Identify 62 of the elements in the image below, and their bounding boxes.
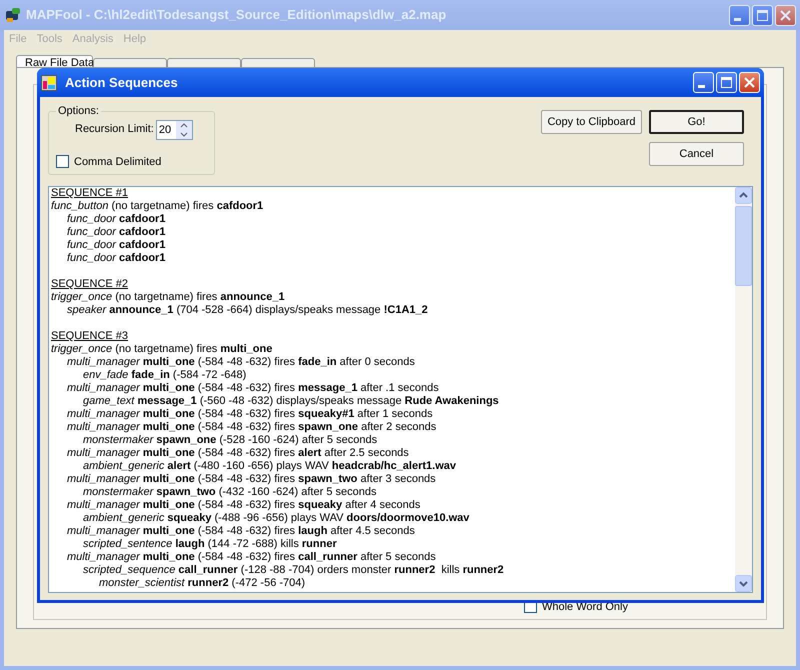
- sequence-line: multi_manager multi_one (-584 -48 -632) fires message_1 after .1 seconds: [67, 382, 439, 394]
- group-label: Options:: [57, 104, 100, 119]
- sequence-line: monstermaker spawn_one (-528 -160 -624) after 5 seconds: [83, 434, 378, 446]
- sequence-line: func_door cafdoor1: [67, 226, 166, 238]
- dialog-button[interactable]: Copy to Clipboard: [541, 110, 642, 134]
- field-label: Recursion Limit:: [75, 122, 154, 138]
- minimize-button[interactable]: [729, 4, 750, 26]
- sequence-line: multi_manager multi_one (-584 -48 -632) fires call_runner after 5 seconds: [67, 551, 436, 563]
- close-icon: [779, 8, 792, 22]
- tab[interactable]: [93, 58, 167, 68]
- maximize-icon: [756, 8, 769, 22]
- scrollbar[interactable]: [735, 187, 752, 592]
- close-icon: [743, 76, 756, 89]
- sequence-heading: SEQUENCE #1: [51, 187, 128, 199]
- sequence-line: ambient_generic squeaky (-488 -96 -656) plays WAV doors/doormove10.wav: [83, 512, 470, 524]
- sequence-line: multi_manager multi_one (-584 -48 -632) fires squeaky#1 after 1 seconds: [67, 408, 433, 420]
- sequence-line: scripted_sequence call_runner (-128 -88 -704) orders monster runner2 kills runner2: [83, 564, 504, 576]
- scroll-up-icon[interactable]: [735, 187, 752, 204]
- sequence-line: multi_manager multi_one (-584 -48 -632) fires squeaky after 4 seconds: [67, 499, 420, 511]
- sequence-line: multi_manager multi_one (-584 -48 -632) fires laugh after 4.5 seconds: [67, 525, 415, 537]
- dialog-button[interactable]: Cancel: [649, 142, 744, 166]
- sequence-heading: SEQUENCE #3: [51, 330, 128, 342]
- sequence-line: env_fade fade_in (-584 -72 -648): [83, 369, 246, 381]
- checkbox-label: Comma Delimited: [74, 154, 162, 170]
- tab[interactable]: [241, 58, 315, 68]
- close-button[interactable]: [775, 4, 796, 26]
- scroll-down-icon[interactable]: [735, 575, 752, 592]
- checkbox[interactable]: [56, 155, 69, 168]
- sequence-line: func_door cafdoor1: [67, 252, 166, 264]
- window-title: MAPFool - C:\hl2edit\Todesangst_Source_Edition\maps\dlw_a2.map: [26, 6, 446, 24]
- scroll-thumb[interactable]: [735, 206, 752, 286]
- close-button[interactable]: [739, 72, 760, 93]
- sequence-heading: SEQUENCE #2: [51, 278, 128, 290]
- dialog-button[interactable]: Go!: [649, 110, 744, 134]
- tab[interactable]: [167, 58, 241, 68]
- sequence-line: trigger_once (no targetname) fires multi_one: [51, 343, 272, 355]
- minimize-icon: [734, 18, 741, 20]
- tab[interactable]: Raw File Data: [16, 55, 93, 68]
- sequence-line: trigger_once (no targetname) fires announce_1: [51, 291, 285, 303]
- app-icon: [4, 6, 22, 24]
- sequence-line: monster_scientist runner2 (-472 -56 -704): [99, 577, 306, 589]
- maximize-button[interactable]: [716, 72, 737, 93]
- window-title: Action Sequences: [65, 74, 178, 92]
- sequence-line: multi_manager multi_one (-584 -48 -632) fires spawn_one after 2 seconds: [67, 421, 436, 433]
- sequence-line: multi_manager multi_one (-584 -48 -632) fires alert after 2.5 seconds: [67, 447, 409, 459]
- sequence-line: multi_manager multi_one (-584 -48 -632) fires fade_in after 0 seconds: [67, 356, 415, 368]
- minimize-icon: [698, 85, 705, 88]
- sequence-line: scripted_sentence laugh (144 -72 -688) kills runner: [83, 538, 337, 550]
- maximize-icon: [720, 76, 733, 89]
- sequence-line: game_text message_1 (-560 -48 -632) displays/speaks message Rude Awakenings: [83, 395, 499, 407]
- sequence-line: func_door cafdoor1: [67, 239, 166, 251]
- sequence-line: multi_manager multi_one (-584 -48 -632) fires spawn_two after 3 seconds: [67, 473, 436, 485]
- maximize-button[interactable]: [752, 4, 773, 26]
- sequence-line: speaker announce_1 (704 -528 -664) displays/speaks message !C1A1_2: [67, 304, 428, 316]
- checkbox-label: Whole Word Only: [542, 600, 628, 614]
- sequence-line: ambient_generic alert (-480 -160 -656) plays WAV headcrab/hc_alert1.wav: [83, 460, 456, 472]
- minimize-button[interactable]: [693, 72, 714, 93]
- app-icon: [41, 74, 57, 90]
- sequence-line: func_door cafdoor1: [67, 213, 166, 225]
- sequence-line: func_button (no targetname) fires cafdoor1: [51, 200, 264, 212]
- sequence-line: monstermaker spawn_two (-432 -160 -624) after 5 seconds: [83, 486, 376, 498]
- number-spinner[interactable]: 20: [156, 120, 193, 140]
